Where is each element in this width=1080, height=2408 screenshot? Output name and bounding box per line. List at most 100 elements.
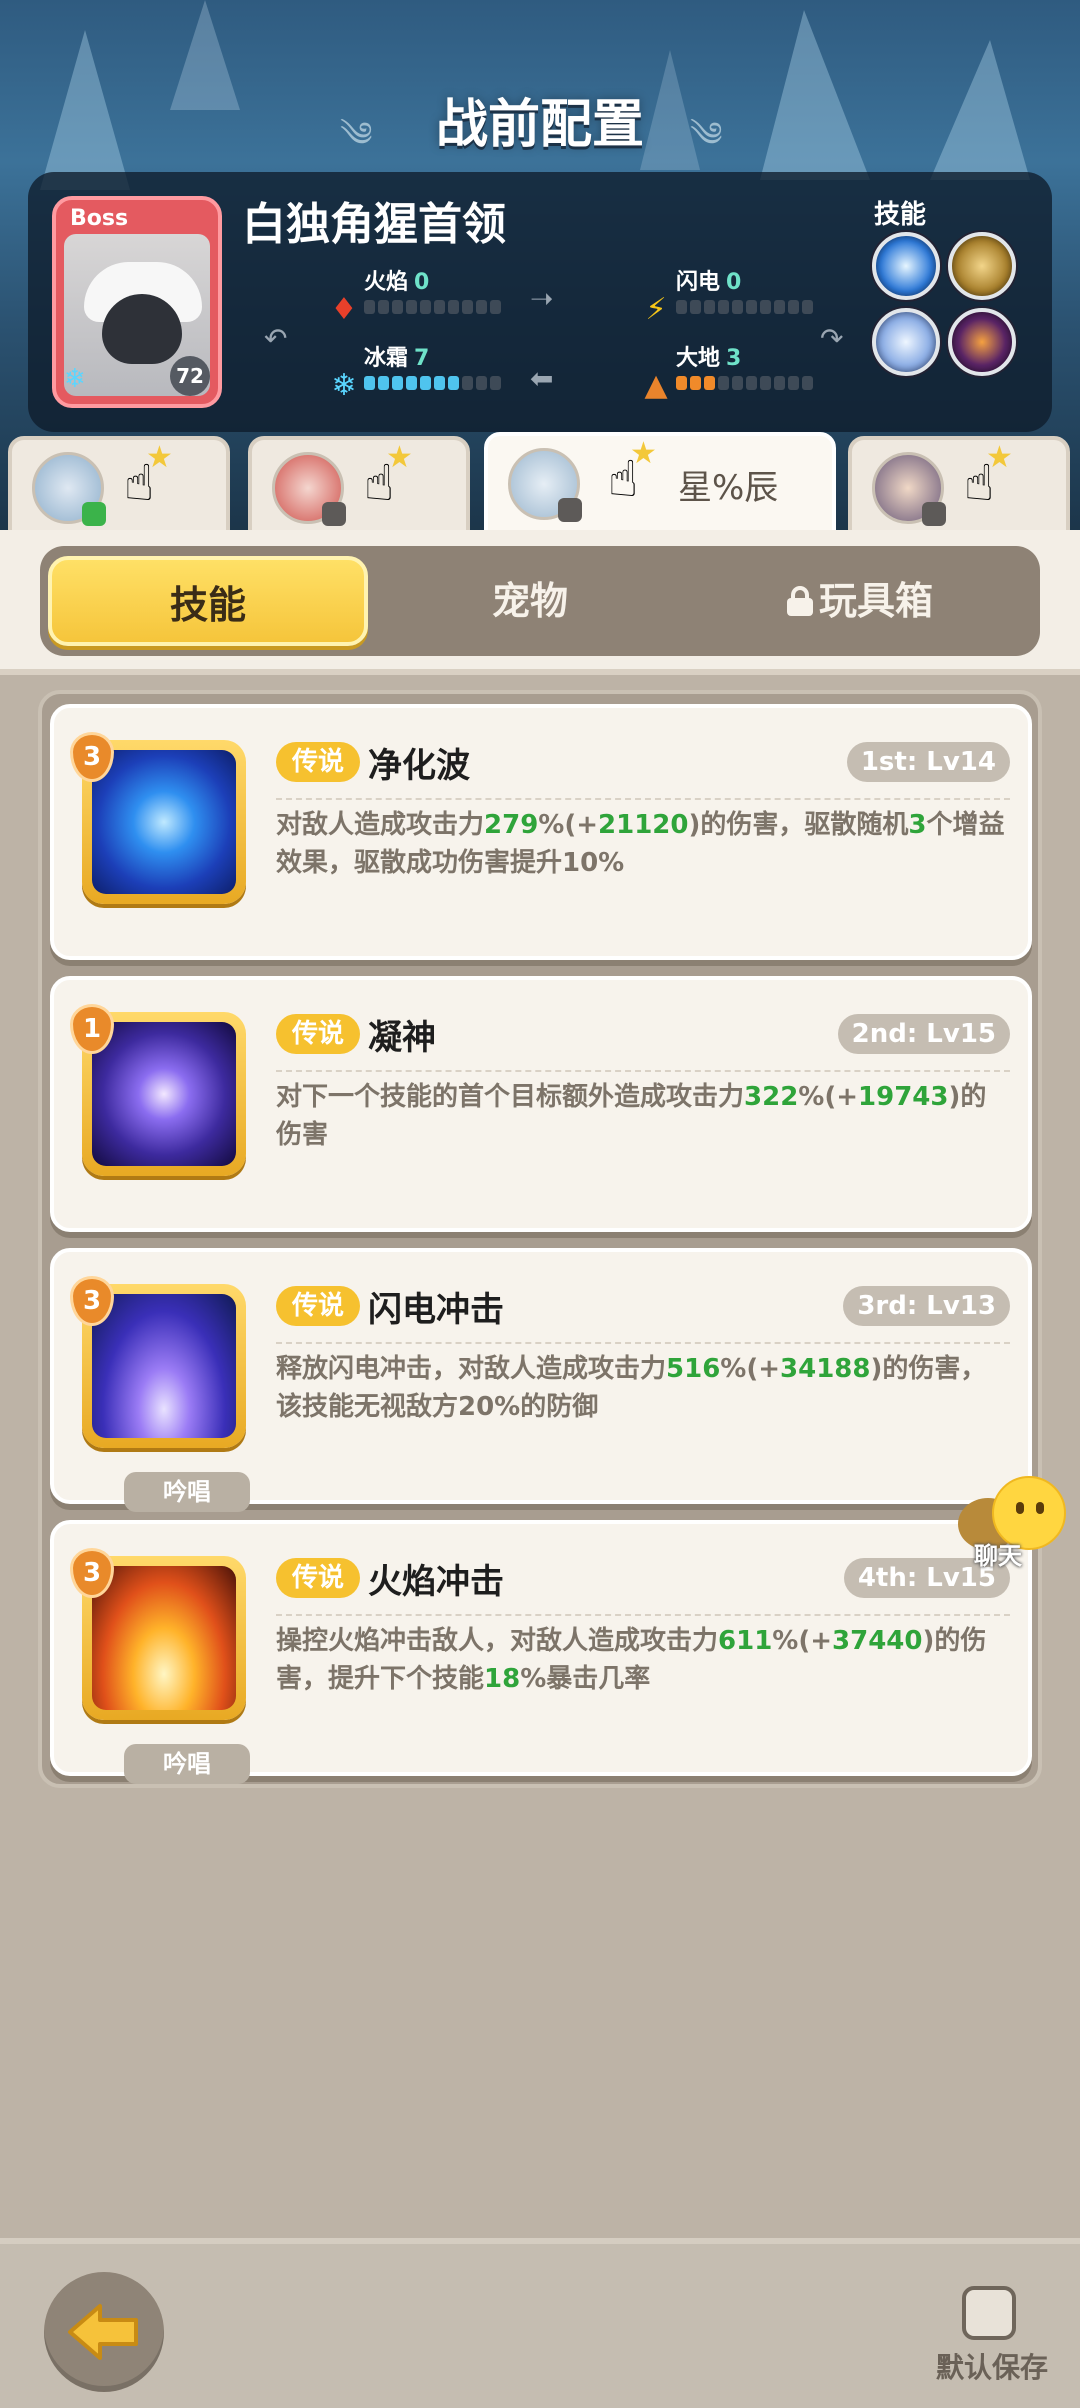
stat-frost-label: 冰霜 — [364, 346, 409, 371]
skill-description: 对敌人造成攻击力279%(+21120)的伤害，驱散随机3个增益效果，驱散成功伤… — [276, 806, 1010, 882]
hero-tab-4[interactable]: ☝ ★ — [848, 436, 1070, 536]
stat-lightning: 闪电 0 ⚡ — [640, 264, 860, 328]
skill-card[interactable]: 3 吟唱 传说 火焰冲击 4th: Lv15 操控火焰冲击敌人，对敌人造成攻击力… — [50, 1520, 1032, 1784]
chat-label: 聊天 — [974, 1542, 1022, 1570]
desc-text: %暴击几率 — [520, 1664, 651, 1694]
hero-tab-2[interactable]: ☝ ★ — [248, 436, 470, 536]
divider — [276, 1342, 1010, 1344]
skill-description: 操控火焰冲击敌人，对敌人造成攻击力611%(+37440)的伤害，提升下个技能1… — [276, 1622, 1010, 1698]
boss-level: 72 — [170, 356, 210, 396]
boss-panel: Boss ❄ 72 白独角猩首领 火焰 0 ♦ 闪电 0 ⚡ 冰霜 7 ❄ 大地 3 ▲… — [28, 172, 1052, 432]
desc-text: 对敌人造成攻击力 — [276, 810, 485, 840]
desc-highlight-value: 516 — [666, 1354, 721, 1384]
skill-card[interactable]: 1 传说 凝神 2nd: Lv15 对下一个技能的首个目标额外造成攻击力322%… — [50, 976, 1032, 1232]
skill-description: 对下一个技能的首个目标额外造成攻击力322%(+19743)的伤害 — [276, 1078, 1010, 1154]
hero-name: 星%辰 — [678, 468, 779, 508]
rarity-badge: 传说 — [276, 742, 361, 782]
desc-highlight-value: 322 — [744, 1082, 799, 1112]
desc-highlight-value: 279 — [484, 810, 539, 840]
skill-name: 闪电冲击 — [368, 1290, 504, 1330]
desc-text: )的伤害，驱散随机 — [688, 810, 909, 840]
desc-text: %(+ — [772, 1626, 833, 1656]
stat-frost: 冰霜 7 ❄ — [328, 340, 548, 404]
stat-fire-value: 0 — [414, 270, 430, 295]
stat-fire-bar — [364, 300, 501, 314]
chat-button[interactable]: 聊天 — [950, 1468, 1070, 1570]
desc-highlight-value: 21120 — [598, 810, 689, 840]
lightning-icon: ⚡ — [645, 292, 667, 327]
hero-tab-3[interactable]: ☝ ★ 星%辰 — [484, 432, 836, 540]
desc-highlight-value: 3 — [908, 810, 927, 840]
back-button[interactable] — [44, 2272, 164, 2392]
desc-highlight-value: 34188 — [780, 1354, 871, 1384]
boss-skill-orb-void[interactable] — [948, 308, 1016, 376]
star-icon: ★ — [986, 440, 1013, 475]
rarity-badge: 传说 — [276, 1558, 361, 1598]
divider — [276, 798, 1010, 800]
boss-skill-orb-crystal[interactable] — [872, 308, 940, 376]
stat-earth-bar — [676, 376, 813, 390]
desc-text: %(+ — [798, 1082, 859, 1112]
skill-icon-lightning-strike: 3 — [70, 1276, 246, 1448]
boss-tag: Boss — [70, 206, 129, 231]
cycle-arrow-icon: ⬅ — [530, 362, 554, 395]
tab-toybox[interactable]: 玩具箱 — [690, 556, 1030, 646]
desc-highlight-value: 611 — [718, 1626, 773, 1656]
boss-skill-orb-beast[interactable] — [948, 232, 1016, 300]
tab-skills[interactable]: 技能 — [48, 556, 368, 646]
cycle-arrow-icon: ➝ — [530, 282, 554, 315]
desc-text: 操控火焰冲击敌人，对敌人造成攻击力 — [276, 1626, 719, 1656]
skill-icon-purify-wave: 3 — [70, 732, 246, 904]
mountain-icon: ▲ — [644, 368, 668, 403]
hero-status-badge — [922, 502, 946, 526]
stat-lightning-label: 闪电 — [676, 270, 721, 295]
skill-order-badge: 3rd: Lv13 — [843, 1286, 1010, 1326]
tab-toybox-label: 玩具箱 — [818, 579, 933, 623]
hero-status-badge — [82, 502, 106, 526]
skill-order-badge: 2nd: Lv15 — [837, 1014, 1010, 1054]
skill-name: 火焰冲击 — [368, 1562, 504, 1602]
skill-card[interactable]: 3 吟唱 传说 闪电冲击 3rd: Lv13 释放闪电冲击，对敌人造成攻击力51… — [50, 1248, 1032, 1512]
rarity-badge: 传说 — [276, 1286, 361, 1326]
star-icon: ★ — [146, 440, 173, 475]
divider — [276, 1614, 1010, 1616]
desc-text: %(+ — [538, 810, 599, 840]
cycle-arrow-icon: ↶ — [264, 322, 288, 355]
skill-name: 凝神 — [368, 1018, 436, 1058]
chant-badge: 吟唱 — [124, 1472, 250, 1512]
boss-portrait[interactable]: Boss ❄ 72 — [52, 196, 222, 408]
skill-card[interactable]: 3 传说 净化波 1st: Lv14 对敌人造成攻击力279%(+21120)的… — [50, 704, 1032, 960]
default-save-checkbox[interactable] — [962, 2286, 1016, 2340]
desc-text: %(+ — [720, 1354, 781, 1384]
snowflake-icon: ❄ — [64, 364, 86, 394]
stat-fire-label: 火焰 — [364, 270, 409, 295]
cycle-arrow-icon: ↷ — [820, 322, 844, 355]
stat-earth-value: 3 — [726, 346, 742, 371]
stat-earth-label: 大地 — [676, 346, 721, 371]
stat-frost-value: 7 — [414, 346, 430, 371]
skill-icon-flame-strike: 3 — [70, 1548, 246, 1720]
hero-tab-1[interactable]: ☝ ★ — [8, 436, 230, 536]
page-title: 战前配置 — [435, 95, 644, 155]
boss-skills-label: 技能 — [874, 200, 927, 230]
desc-highlight-value: 19743 — [858, 1082, 949, 1112]
desc-text: 对下一个技能的首个目标额外造成攻击力 — [276, 1082, 745, 1112]
boss-name: 白独角猩首领 — [242, 199, 506, 250]
skill-icon-focus: 1 — [70, 1004, 246, 1176]
rarity-badge: 传说 — [276, 1014, 361, 1054]
back-arrow-icon — [68, 2304, 138, 2360]
stat-lightning-bar — [676, 300, 813, 314]
skill-description: 释放闪电冲击，对敌人造成攻击力516%(+34188)的伤害，该技能无视敌方20… — [276, 1350, 1010, 1426]
fire-icon: ♦ — [330, 292, 358, 327]
default-save-label: 默认保存 — [936, 2351, 1049, 2384]
desc-highlight-value: 18 — [484, 1664, 521, 1694]
category-tabbar: 技能 宠物 玩具箱 — [40, 546, 1040, 656]
lock-icon — [786, 586, 813, 616]
tab-pets[interactable]: 宠物 — [380, 556, 680, 646]
stat-lightning-value: 0 — [726, 270, 742, 295]
chant-badge: 吟唱 — [124, 1744, 250, 1784]
boss-skill-orb-star[interactable] — [872, 232, 940, 300]
star-icon: ★ — [630, 436, 657, 471]
boss-face — [102, 294, 182, 364]
skill-order-badge: 1st: Lv14 — [846, 742, 1010, 782]
